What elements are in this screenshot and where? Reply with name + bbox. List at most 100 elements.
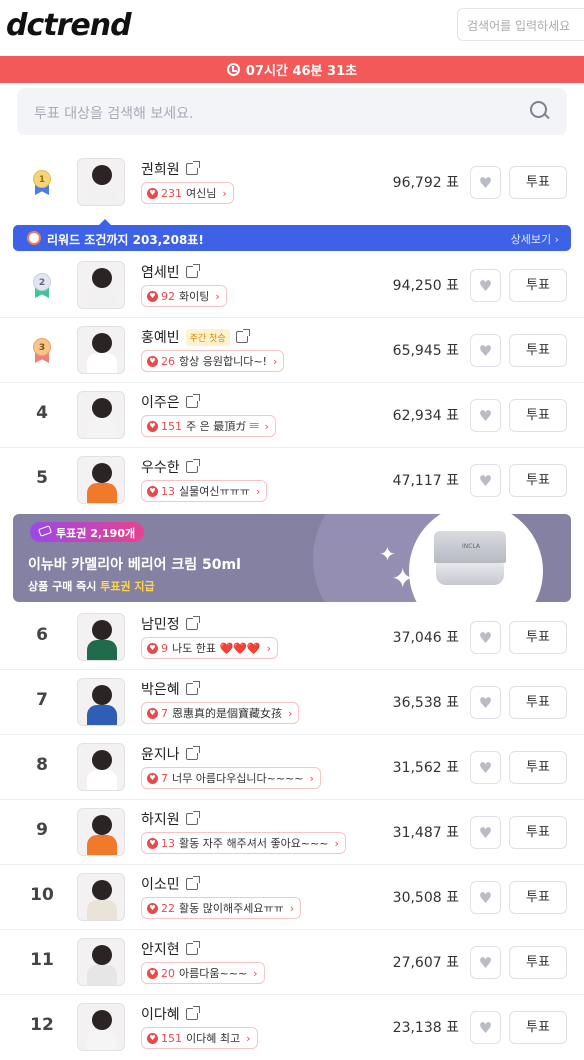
vote-button[interactable]: 투표 (509, 621, 567, 654)
external-link-icon[interactable] (185, 161, 200, 175)
external-link-icon[interactable] (235, 329, 250, 343)
avatar[interactable] (77, 391, 125, 439)
cheer-message[interactable]: ♥ 92 화이팅 › (141, 285, 227, 307)
external-link-icon[interactable] (185, 876, 200, 890)
vote-button[interactable]: 투표 (509, 881, 567, 914)
cheer-message[interactable]: ♥ 231 여신님 › (141, 182, 234, 204)
cheer-message[interactable]: ♥ 7 너무 아름다우십니다~~~~ › (141, 767, 321, 789)
like-button[interactable]: ♥ (470, 269, 501, 302)
search-icon[interactable] (530, 101, 550, 121)
like-button[interactable]: ♥ (470, 946, 501, 979)
ranking-row[interactable]: 7 박은혜 ♥ 7 恩惠真的是個寶藏女孩 › 36,538 표 ♥ 투표 (0, 670, 584, 735)
cheer-message[interactable]: ♥ 13 활동 자주 해주셔서 좋아요~~~ › (141, 832, 346, 854)
ranking-row[interactable]: 5 우수한 ♥ 13 실물여신ㅠㅠㅠ › 47,117 표 ♥ 투표 (0, 448, 584, 513)
cheer-message[interactable]: ♥ 9 나도 한표 ❤️❤️❤️ › (141, 637, 278, 659)
like-button[interactable]: ♥ (470, 816, 501, 849)
candidate-name[interactable]: 이다혜 (141, 1004, 180, 1024)
vote-count: 23,138 표 (392, 1020, 459, 1036)
avatar[interactable] (77, 613, 125, 661)
like-button[interactable]: ♥ (470, 166, 501, 199)
avatar[interactable] (77, 938, 125, 986)
cheer-message[interactable]: ♥ 20 아름다움~~~ › (141, 962, 265, 984)
vote-button[interactable]: 투표 (509, 816, 567, 849)
avatar[interactable] (77, 678, 125, 726)
site-search-input[interactable]: 검색어를 입력하세요 (457, 8, 584, 41)
vote-button[interactable]: 투표 (509, 464, 567, 497)
candidate-name[interactable]: 이주은 (141, 392, 180, 412)
vote-button[interactable]: 투표 (509, 751, 567, 784)
ranking-row[interactable]: 6 남민정 ♥ 9 나도 한표 ❤️❤️❤️ › 37,046 표 ♥ 투표 (0, 605, 584, 670)
external-link-icon[interactable] (185, 1006, 200, 1020)
like-button[interactable]: ♥ (470, 621, 501, 654)
candidate-name[interactable]: 이소민 (141, 874, 180, 894)
external-link-icon[interactable] (185, 616, 200, 630)
vote-button[interactable]: 투표 (509, 946, 567, 979)
avatar[interactable] (77, 808, 125, 856)
vote-button[interactable]: 투표 (509, 399, 567, 432)
candidate-name[interactable]: 염세빈 (141, 262, 180, 282)
candidate-name[interactable]: 홍예빈 (141, 327, 180, 347)
ranking-row[interactable]: 1 권희원 ♥ 231 여신님 › 96,792 표 ♥ 투표 (0, 150, 584, 215)
cheer-message[interactable]: ♥ 26 항상 응원합니다~! › (141, 350, 285, 372)
like-button[interactable]: ♥ (470, 464, 501, 497)
cheer-message[interactable]: ♥ 13 실물여신ㅠㅠㅠ › (141, 480, 268, 502)
avatar[interactable] (77, 456, 125, 504)
reward-detail-link[interactable]: 상세보기 › (511, 231, 559, 247)
ranking-row[interactable]: 3 홍예빈 주간 첫승 ♥ 26 항상 응원합니다~! › 65,945 표 ♥… (0, 318, 584, 383)
cream-jar-image: INCLA (434, 531, 506, 587)
avatar[interactable] (77, 1003, 125, 1051)
candidate-name[interactable]: 남민정 (141, 614, 180, 634)
avatar[interactable] (77, 158, 125, 206)
candidate-name[interactable]: 윤지나 (141, 744, 180, 764)
heart-icon: ♥ (478, 406, 493, 425)
like-button[interactable]: ♥ (470, 399, 501, 432)
ranking-row[interactable]: 2 염세빈 ♥ 92 화이팅 › 94,250 표 ♥ 투표 (0, 253, 584, 318)
candidate-name[interactable]: 하지원 (141, 809, 180, 829)
external-link-icon[interactable] (185, 264, 200, 278)
like-button[interactable]: ♥ (470, 1011, 501, 1044)
avatar[interactable] (77, 743, 125, 791)
chevron-right-icon: › (255, 484, 261, 498)
cheer-message[interactable]: ♥ 7 恩惠真的是個寶藏女孩 › (141, 702, 300, 724)
external-link-icon[interactable] (185, 811, 200, 825)
vote-button[interactable]: 투표 (509, 166, 567, 199)
candidate-name[interactable]: 우수한 (141, 457, 180, 477)
external-link-icon[interactable] (185, 681, 200, 695)
heart-icon: ♥ (478, 628, 493, 647)
cheer-message[interactable]: ♥ 151 이다혜 최고 › (141, 1027, 258, 1049)
external-link-icon[interactable] (185, 941, 200, 955)
ranking-row[interactable]: 4 이주은 ♥ 151 주 은 最頂ガ 𝄘 › 62,934 표 ♥ 투표 (0, 383, 584, 448)
site-logo[interactable]: dctrend (6, 8, 148, 43)
ranking-row[interactable]: 12 이다혜 ♥ 151 이다혜 최고 › 23,138 표 ♥ 투표 (0, 995, 584, 1060)
vote-button[interactable]: 투표 (509, 1011, 567, 1044)
ranking-row[interactable]: 8 윤지나 ♥ 7 너무 아름다우십니다~~~~ › 31,562 표 ♥ 투표 (0, 735, 584, 800)
reward-banner[interactable]: 리워드 조건까지 203,208표! 상세보기 › (13, 219, 571, 251)
like-button[interactable]: ♥ (470, 686, 501, 719)
avatar[interactable] (77, 873, 125, 921)
candidate-name[interactable]: 안지현 (141, 939, 180, 959)
product-ad-banner[interactable]: INCLA ✦ ✦ 투표권 2,190개 이뉴바 카멜리아 베리어 크림 50m… (13, 514, 571, 602)
heart-icon: ♥ (478, 693, 493, 712)
like-button[interactable]: ♥ (470, 751, 501, 784)
avatar[interactable] (77, 261, 125, 309)
ranking-row[interactable]: 11 안지현 ♥ 20 아름다움~~~ › 27,607 표 ♥ 투표 (0, 930, 584, 995)
external-link-icon[interactable] (185, 746, 200, 760)
avatar[interactable] (77, 326, 125, 374)
like-button[interactable]: ♥ (470, 881, 501, 914)
external-link-icon[interactable] (185, 394, 200, 408)
external-link-icon[interactable] (185, 459, 200, 473)
vote-button[interactable]: 투표 (509, 334, 567, 367)
cheer-message[interactable]: ♥ 22 활동 많이해주세요ㅠㅠ › (141, 897, 302, 919)
vote-button[interactable]: 투표 (509, 686, 567, 719)
ranking-row[interactable]: 9 하지원 ♥ 13 활동 자주 해주셔서 좋아요~~~ › 31,487 표 … (0, 800, 584, 865)
like-button[interactable]: ♥ (470, 334, 501, 367)
cheer-message[interactable]: ♥ 151 주 은 最頂ガ 𝄘 › (141, 415, 276, 437)
heart-icon: ♥ (147, 642, 158, 654)
weekly-first-win-badge: 주간 첫승 (185, 328, 230, 346)
vote-button[interactable]: 투표 (509, 269, 567, 302)
ranking-row[interactable]: 10 이소민 ♥ 22 활동 많이해주세요ㅠㅠ › 30,508 표 ♥ 투표 (0, 865, 584, 930)
vote-search-input[interactable]: 투표 대상을 검색해 보세요. (17, 88, 567, 135)
candidate-name[interactable]: 박은혜 (141, 679, 180, 699)
heart-icon: ♥ (147, 902, 158, 914)
candidate-name[interactable]: 권희원 (141, 159, 180, 179)
